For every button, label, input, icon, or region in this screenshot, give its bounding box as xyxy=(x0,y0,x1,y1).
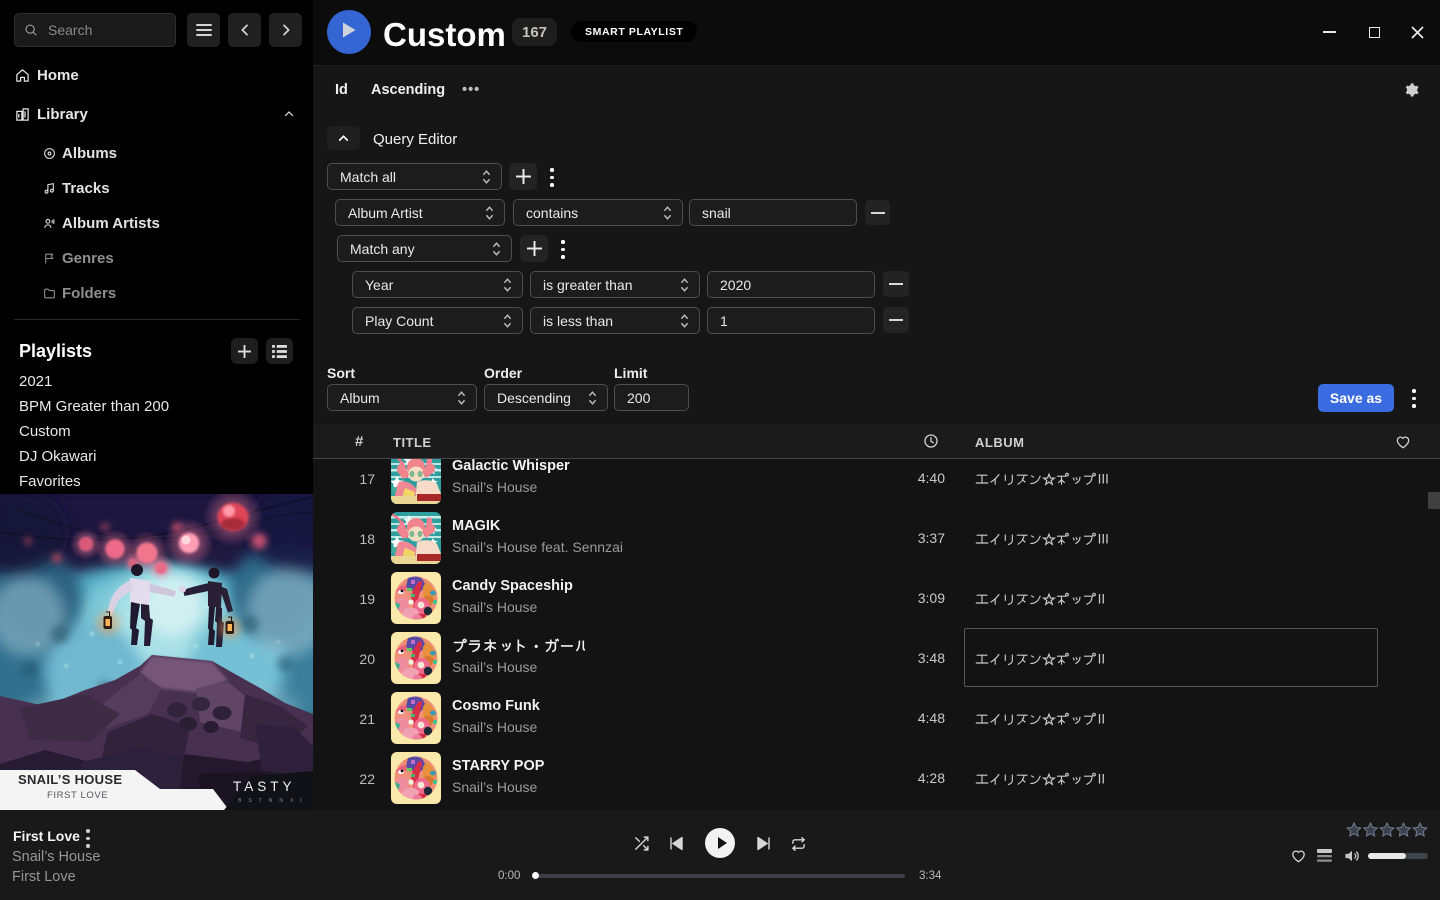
svg-text:II: II xyxy=(1098,592,1106,607)
svg-text:FIRST LOVE: FIRST LOVE xyxy=(47,790,108,801)
svg-text:BSTNNXI: BSTNNXI xyxy=(238,798,309,804)
svg-text:TASTY: TASTY xyxy=(233,779,296,794)
svg-text:SNAIL’S HOUSE: SNAIL’S HOUSE xyxy=(18,772,122,787)
svg-text:II: II xyxy=(1098,772,1106,787)
svg-text:III: III xyxy=(1098,532,1109,547)
svg-text:II: II xyxy=(1098,712,1106,727)
svg-text:III: III xyxy=(1098,472,1109,487)
